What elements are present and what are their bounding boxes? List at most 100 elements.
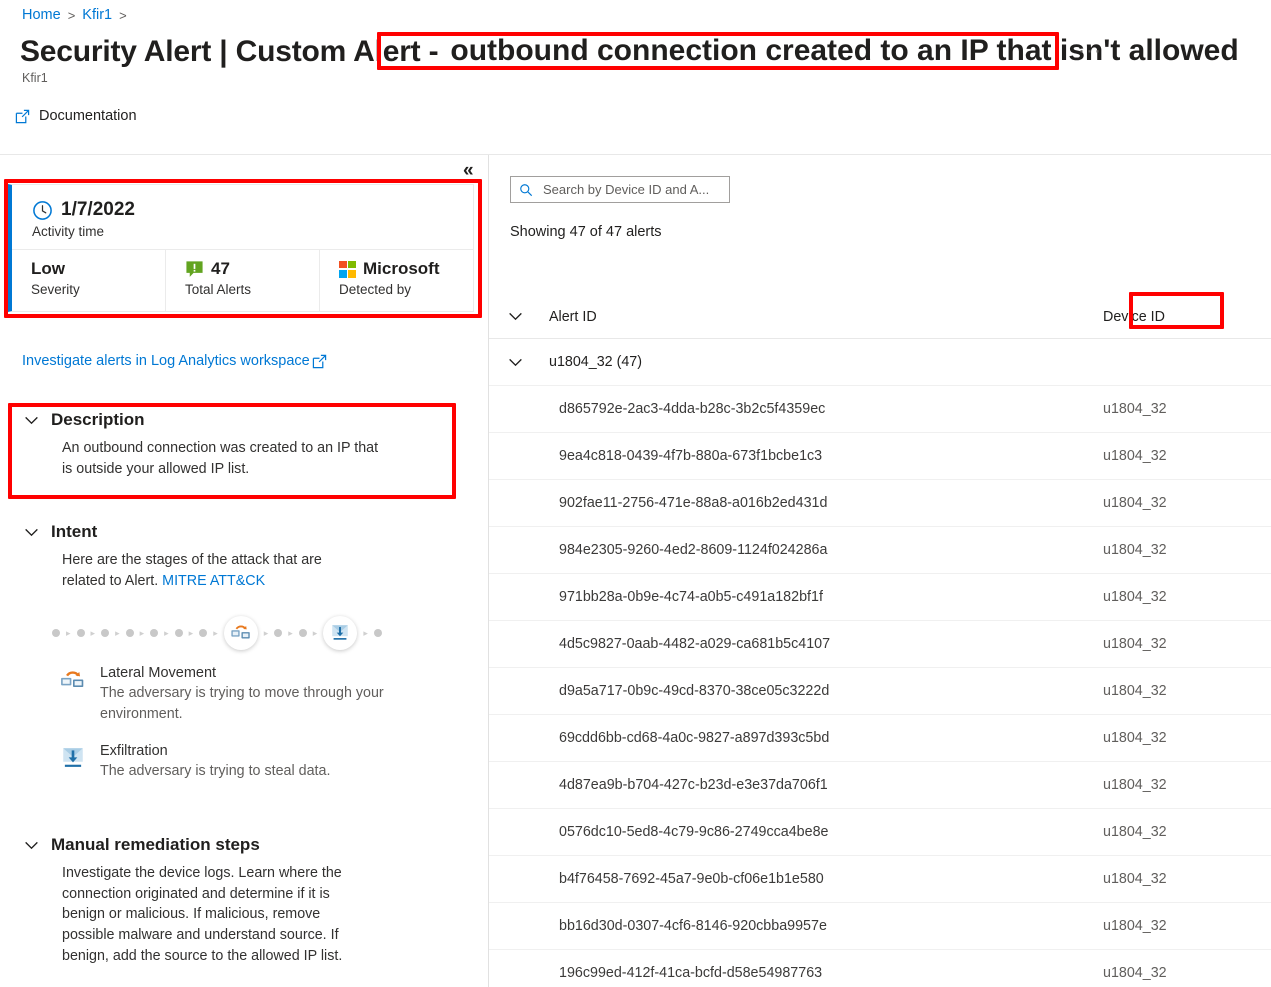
documentation-label: Documentation	[39, 108, 137, 124]
documentation-link[interactable]: Documentation	[15, 108, 137, 124]
description-section-header[interactable]: Description	[0, 410, 470, 430]
attack-stage-exfiltration: Exfiltration The adversary is trying to …	[60, 743, 460, 782]
timeline-dot	[199, 629, 208, 637]
activity-time-value: 1/7/2022	[61, 199, 135, 220]
external-link-icon	[15, 109, 30, 124]
timeline-dot	[373, 629, 382, 637]
timeline-dot	[150, 629, 159, 637]
timeline-dot	[52, 629, 60, 637]
table-row[interactable]: 984e2305-9260-4ed2-8609-1124f024286a u180…	[489, 527, 1271, 574]
page-title-alert-name: outbound connection created to an IP tha…	[450, 34, 1239, 67]
cell-alert-id: 971bb28a-0b9e-4c74-a0b5-c491a182bf1f	[559, 589, 823, 605]
intent-heading: Intent	[51, 522, 98, 541]
cell-alert-id: b4f76458-7692-45a7-9e0b-cf06e1b1e580	[559, 871, 824, 887]
page-title-highlight-wrap: outbound connection created to an IP tha…	[444, 32, 1244, 72]
timeline-arrow-icon: ▸	[263, 627, 269, 638]
chevron-down-icon	[24, 841, 39, 850]
security-alert-page: Home > Kfir1 > Security Alert | Custom A…	[0, 0, 1271, 987]
table-row[interactable]: bb16d30d-0307-4cf6-8146-920cbba9957e u180…	[489, 903, 1271, 950]
clock-icon	[32, 200, 53, 221]
table-row[interactable]: 69cdd6bb-cd68-4a0c-9827-a897d393c5bd u180…	[489, 715, 1271, 762]
cell-device-id: u1804_32	[1103, 495, 1167, 511]
investigate-label: Investigate alerts in Log Analytics work…	[22, 353, 310, 369]
breadcrumb-item-kfir1[interactable]: Kfir1	[82, 7, 112, 23]
table-row[interactable]: d9a5a717-0b9c-49cd-8370-38ce05c3222d u180…	[489, 668, 1271, 715]
chevron-down-icon	[24, 416, 39, 425]
table-header-row: Alert ID Device ID	[489, 295, 1271, 339]
group-expand-chevron-icon[interactable]	[508, 358, 523, 367]
alert-summary-card: 1/7/2022 Activity time Low Severity 47 T…	[8, 184, 474, 312]
table-row[interactable]: 9ea4c818-0439-4f7b-880a-673f1bcbe1c3 u180…	[489, 433, 1271, 480]
manual-remediation-section-header[interactable]: Manual remediation steps	[0, 835, 470, 855]
timeline-arrow-icon: ▸	[90, 627, 96, 638]
timeline-arrow-icon: ▸	[213, 627, 218, 638]
timeline-dot	[125, 629, 134, 637]
timeline-dot	[76, 629, 85, 637]
description-body: An outbound connection was created to an…	[62, 440, 379, 477]
breadcrumb-separator-icon: >	[67, 7, 76, 23]
cell-device-id: u1804_32	[1103, 542, 1167, 558]
timeline-dot	[174, 629, 183, 637]
breadcrumb: Home > Kfir1 >	[22, 7, 127, 23]
cell-device-id: u1804_32	[1103, 683, 1167, 699]
page-subtitle: Kfir1	[22, 71, 48, 85]
timeline-node-lateral-movement[interactable]	[223, 616, 258, 650]
cell-alert-id: 196c99ed-412f-41ca-bcfd-d58e54987763	[559, 965, 823, 981]
detected-by-label: Detected by	[339, 282, 412, 297]
page-title-prefix: Security Alert | Custom Alert -	[20, 35, 439, 68]
intent-body: Here are the stages of the attack that a…	[0, 550, 350, 591]
cell-alert-id: 902fae11-2756-471e-88a8-a016b2ed431d	[559, 495, 828, 511]
table-row[interactable]: 4d5c9827-0aab-4482-a029-ca681b5c4107 u180…	[489, 621, 1271, 668]
more-options-button[interactable]: ···	[1078, 40, 1102, 61]
timeline-arrow-icon: ▸	[288, 627, 293, 638]
table-group-row[interactable]: u1804_32 (47)	[489, 339, 1271, 386]
timeline-node-exfiltration[interactable]	[323, 616, 358, 650]
table-row[interactable]: 971bb28a-0b9e-4c74-a0b5-c491a182bf1f u180…	[489, 574, 1271, 621]
table-row[interactable]: 196c99ed-412f-41ca-bcfd-d58e54987763 u180…	[489, 950, 1271, 987]
table-row[interactable]: b4f76458-7692-45a7-9e0b-cf06e1b1e580 u180…	[489, 856, 1271, 903]
cell-device-id: u1804_32	[1103, 918, 1167, 934]
timeline-dot	[101, 629, 110, 637]
column-header-device-id[interactable]: Device ID	[1103, 309, 1243, 325]
exfiltration-desc: The adversary is trying to steal data.	[100, 763, 331, 779]
total-alerts-value: 47	[211, 259, 230, 278]
timeline-arrow-icon: ▸	[363, 627, 368, 638]
breadcrumb-item-home[interactable]: Home	[22, 7, 61, 23]
total-alerts-label: Total Alerts	[185, 282, 252, 297]
total-alerts-tile: 47 Total Alerts	[166, 250, 320, 312]
page-title: Security Alert | Custom Alert - outbound…	[20, 32, 1239, 72]
table-row[interactable]: 4d87ea9b-b704-427c-b23d-e3e37da706f1 u180…	[489, 762, 1271, 809]
cell-device-id: u1804_32	[1103, 824, 1167, 840]
cell-alert-id: 984e2305-9260-4ed2-8609-1124f024286a	[559, 542, 828, 558]
investigate-in-log-analytics-link[interactable]: Investigate alerts in Log Analytics work…	[22, 353, 327, 369]
alert-bubble-icon	[185, 260, 204, 279]
table-row[interactable]: 0576dc10-5ed8-4c79-9c86-2749cca4be8e u180…	[489, 809, 1271, 856]
external-link-icon	[312, 354, 327, 369]
attack-stage-lateral-movement: Lateral Movement The adversary is trying…	[60, 665, 460, 724]
timeline-arrow-icon: ▸	[139, 627, 145, 638]
cell-alert-id: d865792e-2ac3-4dda-b28c-3b2c5f4359ec	[559, 401, 826, 417]
cell-device-id: u1804_32	[1103, 401, 1167, 417]
collapse-all-chevron-icon[interactable]	[508, 312, 523, 321]
search-input[interactable]	[541, 181, 721, 198]
intent-section-header[interactable]: Intent	[0, 522, 470, 542]
timeline-arrow-icon: ▸	[312, 627, 318, 638]
severity-value: Low	[31, 259, 65, 278]
column-header-device-id-label: Device ID	[1103, 308, 1165, 325]
timeline-arrow-icon: ▸	[115, 627, 120, 638]
exfiltration-name: Exfiltration	[100, 743, 168, 759]
cell-device-id: u1804_32	[1103, 777, 1167, 793]
lateral-movement-name: Lateral Movement	[100, 665, 217, 681]
cell-alert-id: bb16d30d-0307-4cf6-8146-920cbba9957e	[559, 918, 827, 934]
manual-remediation-section: Manual remediation steps Investigate the…	[0, 835, 470, 967]
chevron-down-icon	[24, 528, 39, 537]
description-heading: Description	[51, 410, 145, 429]
cell-device-id: u1804_32	[1103, 730, 1167, 746]
detected-by-value: Microsoft	[363, 259, 440, 278]
column-header-alert-id[interactable]: Alert ID	[523, 309, 1103, 325]
mitre-attack-link[interactable]: MITRE ATT&CK	[162, 573, 265, 589]
search-box[interactable]	[510, 176, 730, 203]
table-row[interactable]: 902fae11-2756-471e-88a8-a016b2ed431d u180…	[489, 480, 1271, 527]
severity-tile: Low Severity	[12, 250, 166, 312]
table-row[interactable]: d865792e-2ac3-4dda-b28c-3b2c5f4359ec u180…	[489, 386, 1271, 433]
